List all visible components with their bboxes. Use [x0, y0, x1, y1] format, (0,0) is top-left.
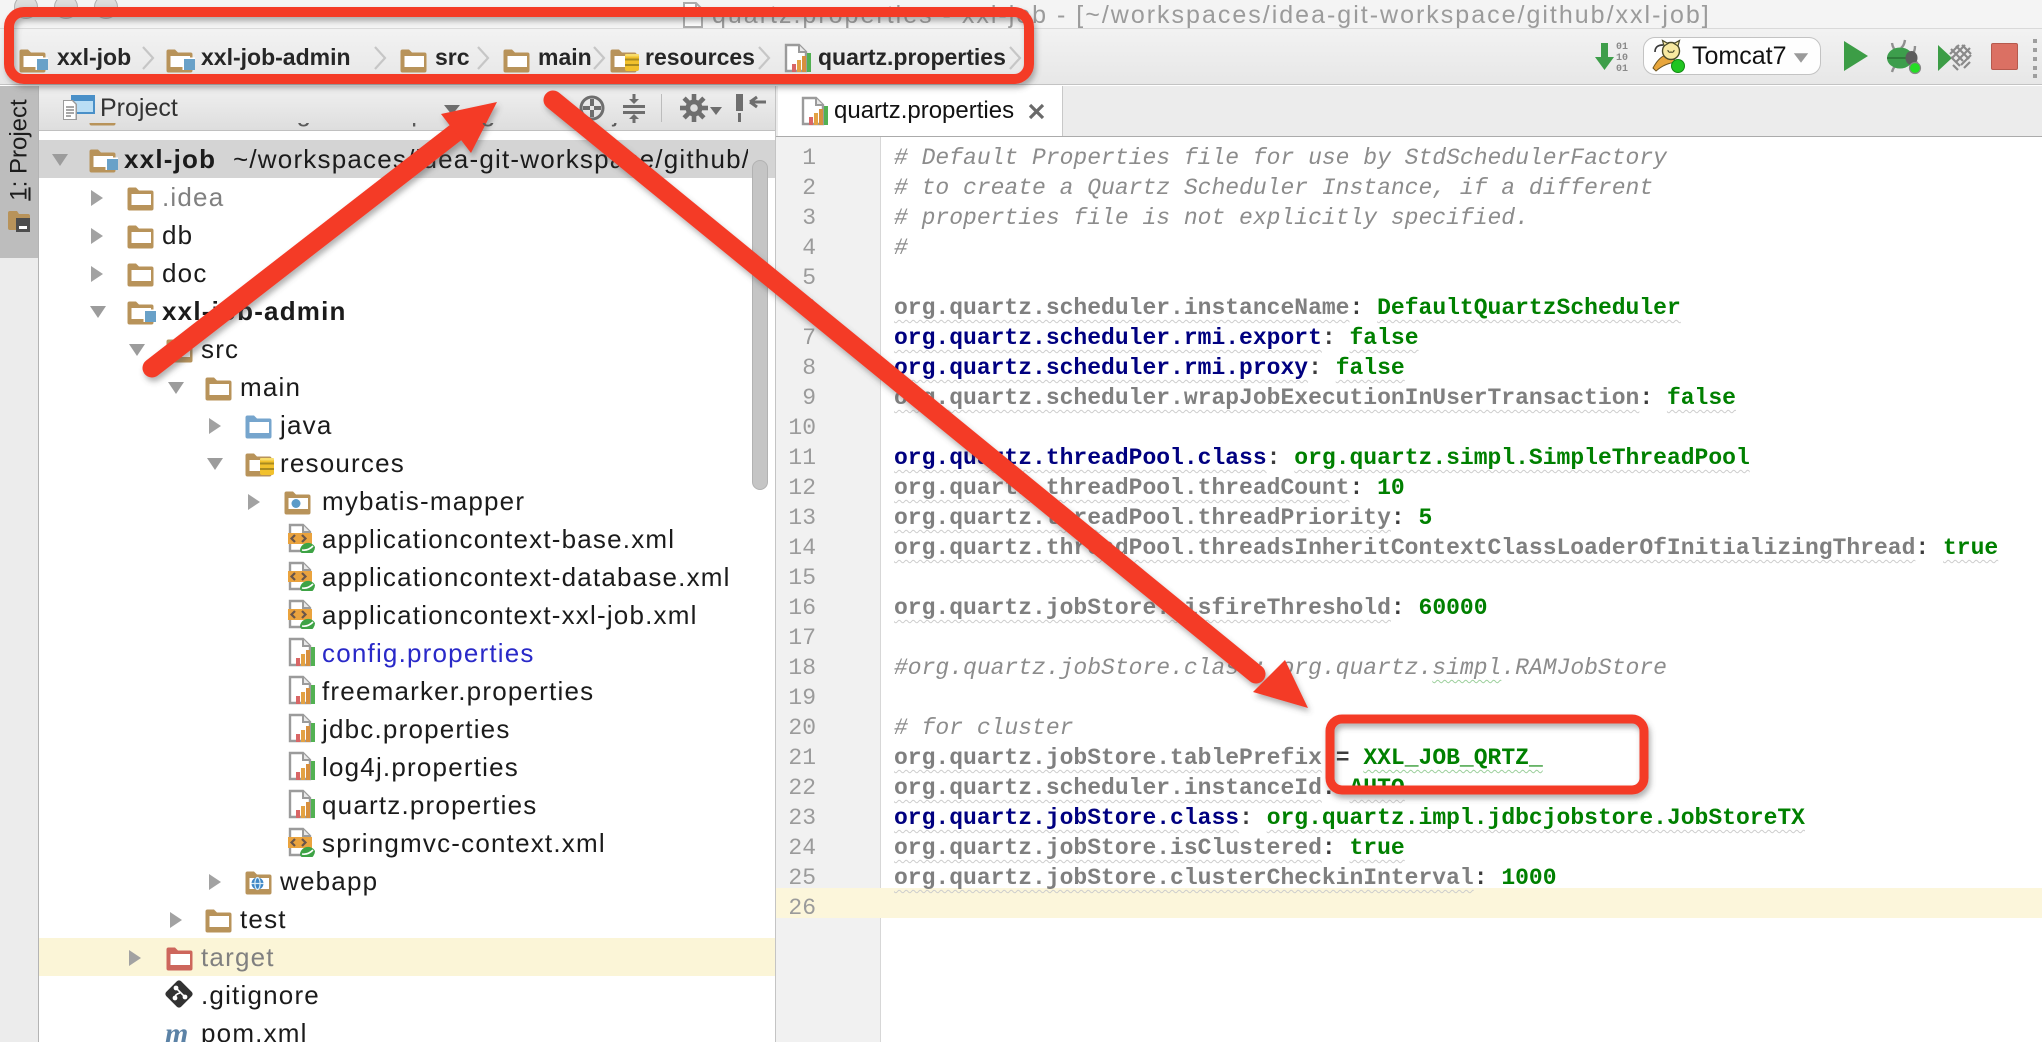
svg-text:01: 01: [1616, 42, 1628, 53]
svg-text:01: 01: [1616, 64, 1628, 75]
svg-text:10: 10: [1616, 53, 1628, 64]
